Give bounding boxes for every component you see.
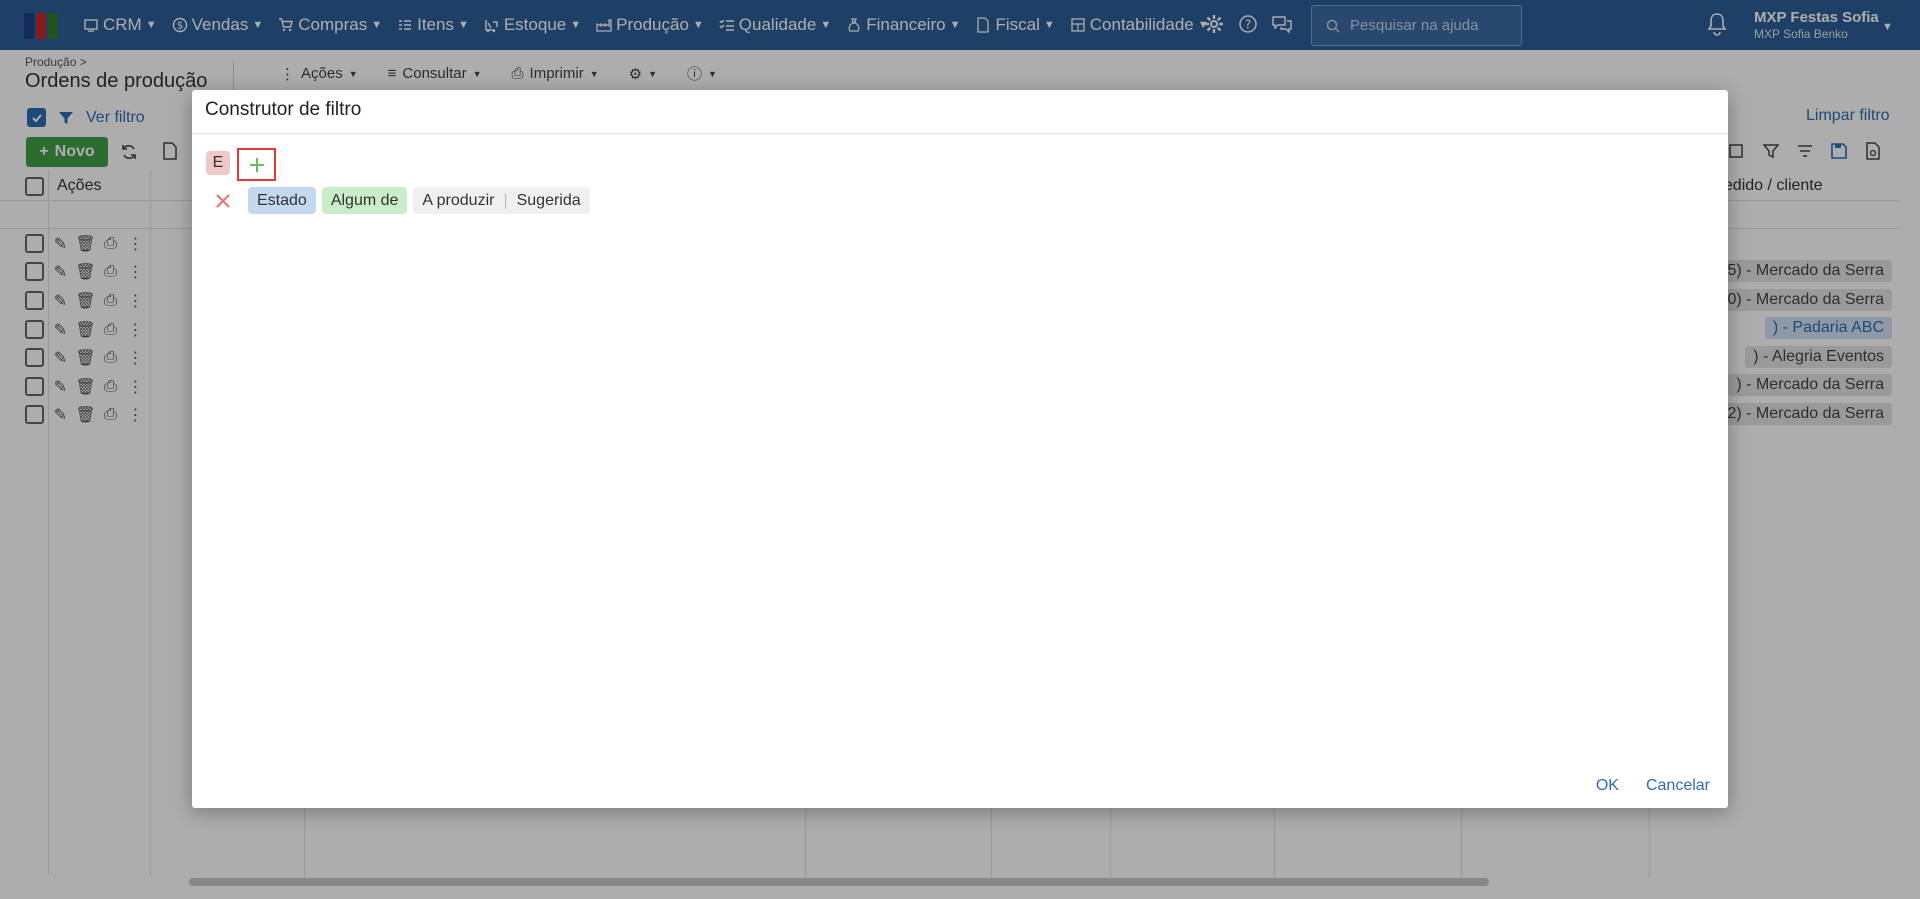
condition-field-chip[interactable]: Estado bbox=[248, 187, 316, 214]
cancel-button[interactable]: Cancelar bbox=[1646, 777, 1710, 795]
condition-value: Sugerida bbox=[516, 191, 581, 209]
group-operator-badge[interactable]: E bbox=[206, 151, 230, 175]
condition-value-chip[interactable]: A produzir | Sugerida bbox=[413, 187, 590, 214]
remove-condition-icon[interactable] bbox=[212, 190, 234, 212]
condition-operator-chip[interactable]: Algum de bbox=[321, 187, 408, 214]
dialog-actions: OK Cancelar bbox=[1596, 777, 1710, 795]
plus-icon bbox=[249, 157, 264, 172]
value-separator: | bbox=[503, 191, 508, 209]
filter-condition-row: Estado Algum de A produzir | Sugerida bbox=[212, 187, 590, 214]
dialog-title: Construtor de filtro bbox=[205, 99, 362, 120]
dialog-divider bbox=[192, 133, 1728, 134]
ok-button[interactable]: OK bbox=[1596, 777, 1619, 795]
filter-builder-dialog: Construtor de filtro E Estado Algum de A… bbox=[192, 90, 1728, 808]
add-condition-button[interactable] bbox=[237, 148, 276, 181]
condition-value: A produzir bbox=[422, 191, 495, 209]
